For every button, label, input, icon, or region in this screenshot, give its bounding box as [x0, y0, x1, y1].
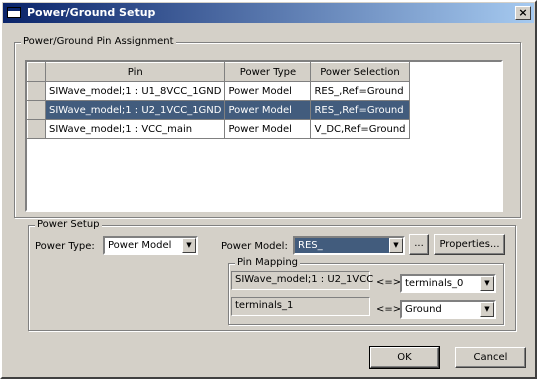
power-ground-setup-dialog: Power/Ground Setup × Power/Ground Pin As…	[0, 0, 537, 379]
pin-assignment-group: Power/Ground Pin Assignment Pin Power Ty…	[14, 36, 521, 218]
power-type-cell[interactable]: Power Model	[224, 100, 312, 120]
pin-mapping-group-label: Pin Mapping	[235, 257, 301, 268]
mapping-arrow: <=>	[376, 304, 402, 315]
power-selection-cell[interactable]: RES_,Ref=Ground	[310, 81, 410, 101]
pin-mapping-right-dropdown[interactable]: Ground ▼	[400, 300, 496, 319]
chevron-down-icon[interactable]: ▼	[480, 302, 494, 317]
column-header-power-selection[interactable]: Power Selection	[310, 62, 410, 82]
window-icon	[7, 7, 21, 18]
power-selection-cell[interactable]: V_DC,Ref=Ground	[310, 119, 410, 139]
pin-cell[interactable]: SIWave_model;1 : VCC_main	[44, 119, 226, 139]
close-button[interactable]: ×	[515, 6, 531, 20]
power-model-dropdown[interactable]: RES_ ▼	[293, 236, 405, 255]
pin-mapping-right-value: Ground	[405, 304, 442, 315]
column-header-power-type[interactable]: Power Type	[224, 62, 312, 82]
pin-assignment-grid[interactable]: Pin Power Type Power Selection SIWave_mo…	[25, 60, 503, 212]
power-model-value: RES_	[298, 240, 323, 251]
pin-mapping-right-dropdown[interactable]: terminals_0 ▼	[400, 274, 496, 293]
properties-button[interactable]: Properties...	[434, 234, 505, 255]
column-header-pin[interactable]: Pin	[44, 62, 226, 82]
pin-mapping-left-field: SIWave_model;1 : U2_1VCC	[231, 271, 373, 290]
browse-button[interactable]: ...	[409, 234, 429, 255]
ok-button[interactable]: OK	[369, 346, 440, 369]
row-header[interactable]	[27, 119, 46, 139]
table-row[interactable]: SIWave_model;1 : VCC_main Power Model V_…	[27, 119, 410, 139]
power-type-dropdown[interactable]: Power Model ▼	[103, 236, 198, 255]
window-title: Power/Ground Setup	[27, 6, 156, 19]
power-type-label: Power Type:	[35, 241, 95, 252]
table-row-selected[interactable]: SIWave_model;1 : U2_1VCC_1GND Power Mode…	[27, 100, 410, 120]
row-header[interactable]	[27, 100, 46, 120]
pin-cell[interactable]: SIWave_model;1 : U1_8VCC_1GND	[44, 81, 226, 101]
chevron-down-icon[interactable]: ▼	[389, 238, 403, 253]
pin-cell[interactable]: SIWave_model;1 : U2_1VCC_1GND	[44, 100, 226, 120]
power-model-label: Power Model:	[221, 241, 288, 252]
pin-assignment-group-label: Power/Ground Pin Assignment	[21, 36, 176, 47]
chevron-down-icon[interactable]: ▼	[480, 276, 494, 291]
power-type-cell[interactable]: Power Model	[224, 119, 312, 139]
grid-corner-cell	[27, 62, 46, 82]
power-type-value: Power Model	[108, 240, 172, 251]
row-header[interactable]	[27, 81, 46, 101]
cancel-button[interactable]: Cancel	[455, 347, 526, 368]
close-icon: ×	[518, 6, 528, 19]
chevron-down-icon[interactable]: ▼	[182, 238, 196, 253]
table-row[interactable]: SIWave_model;1 : U1_8VCC_1GND Power Mode…	[27, 81, 410, 101]
pin-mapping-left-field: terminals_1	[231, 297, 370, 316]
power-setup-group-label: Power Setup	[35, 219, 102, 230]
power-selection-cell[interactable]: RES_,Ref=Ground	[310, 100, 410, 120]
title-bar[interactable]: Power/Ground Setup ×	[3, 3, 534, 23]
mapping-arrow: <=>	[376, 277, 402, 288]
power-type-cell[interactable]: Power Model	[224, 81, 312, 101]
pin-mapping-right-value: terminals_0	[405, 278, 464, 289]
